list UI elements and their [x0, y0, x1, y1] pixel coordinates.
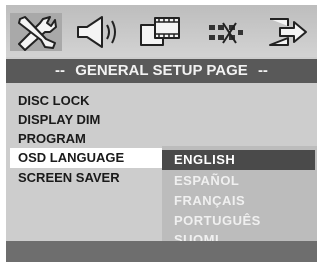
audio-setup-icon[interactable] [72, 13, 124, 51]
title-dash-right: -- [257, 62, 268, 79]
menu-item-disc-lock[interactable]: DISC LOCK [10, 91, 168, 111]
video-setup-icon[interactable] [135, 13, 187, 51]
menu-item-program[interactable]: PROGRAM [10, 129, 168, 149]
exit-setup-icon[interactable] [262, 13, 314, 51]
menu-item-screen-saver[interactable]: SCREEN SAVER [10, 168, 168, 188]
setup-panel: -- GENERAL SETUP PAGE -- DISC LOCK DISPL… [6, 5, 317, 262]
footer-bar [6, 241, 317, 262]
page-title-text: GENERAL SETUP PAGE [75, 62, 248, 79]
option-francais[interactable]: FRANÇAIS [162, 191, 317, 211]
setup-icon-bar [6, 5, 317, 57]
option-espanol[interactable]: ESPAÑOL [162, 171, 317, 191]
setup-screen: -- GENERAL SETUP PAGE -- DISC LOCK DISPL… [0, 0, 325, 267]
menu-item-display-dim[interactable]: DISPLAY DIM [10, 110, 168, 130]
option-portugues[interactable]: PORTUGUÊS [162, 211, 317, 231]
menu-item-osd-language[interactable]: OSD LANGUAGE [10, 148, 166, 168]
page-title: -- GENERAL SETUP PAGE -- [6, 59, 317, 83]
option-english[interactable]: ENGLISH [162, 150, 315, 170]
general-setup-icon[interactable] [10, 13, 62, 51]
title-dash-left: -- [55, 62, 66, 79]
preference-setup-icon[interactable] [199, 13, 251, 51]
